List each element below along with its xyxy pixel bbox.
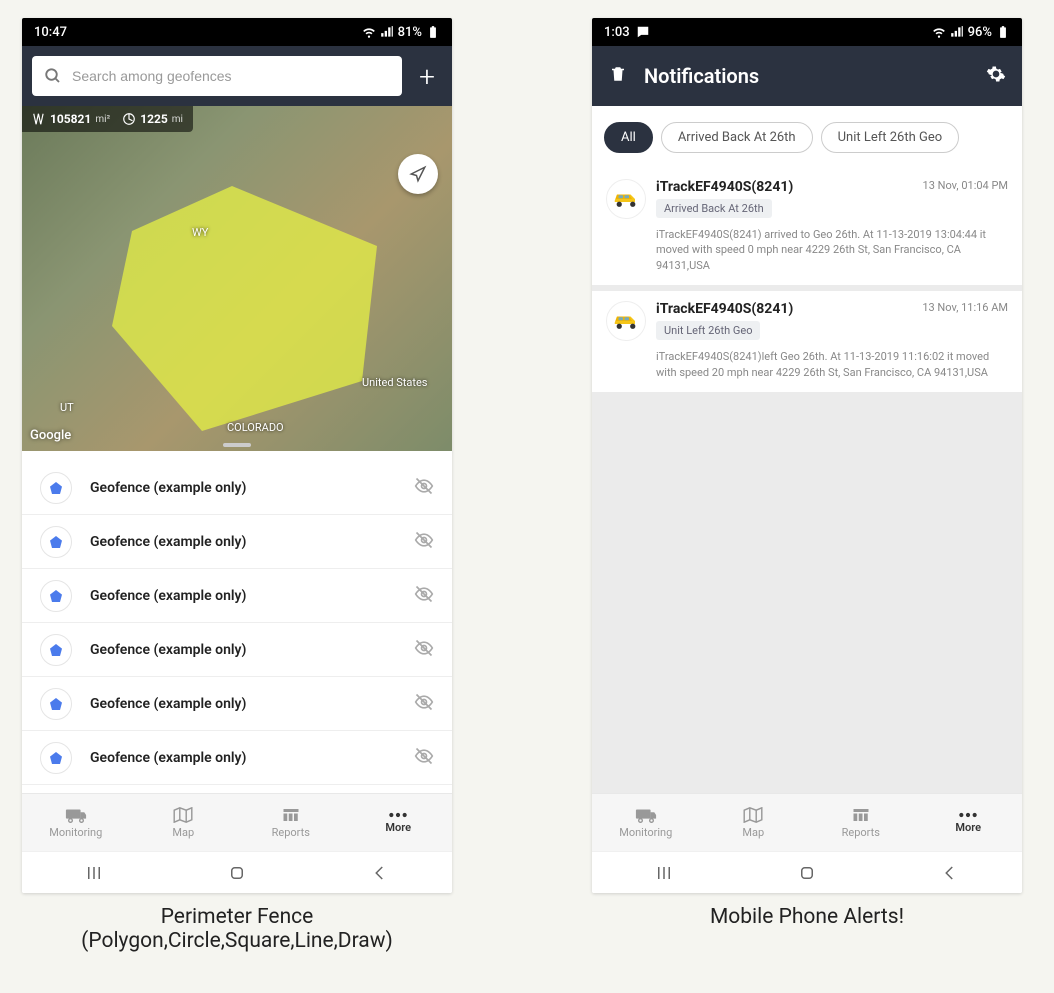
polygon-icon — [40, 526, 72, 558]
geofence-name: Geofence (example only) — [90, 588, 396, 604]
filter-chips: All Arrived Back At 26th Unit Left 26th Ge… — [592, 106, 1022, 169]
signal-icon — [950, 25, 964, 39]
polygon-icon — [40, 742, 72, 774]
visibility-toggle[interactable] — [414, 476, 434, 500]
perimeter-icon — [122, 112, 136, 126]
phone-geofences: 10:47 81% + 105821mi² 1225mi — [22, 18, 452, 893]
visibility-toggle[interactable] — [414, 692, 434, 716]
drag-handle[interactable] — [223, 443, 251, 447]
back-button[interactable] — [371, 864, 389, 882]
nav-more[interactable]: More — [915, 794, 1023, 851]
notifications-header: Notifications — [592, 46, 1022, 106]
visibility-toggle[interactable] — [414, 746, 434, 770]
nav-more[interactable]: More — [345, 794, 453, 851]
notification-title: iTrackEF4940S(8241) — [656, 179, 913, 195]
area-icon — [32, 112, 46, 126]
geofence-name: Geofence (example only) — [90, 696, 396, 712]
geofence-name: Geofence (example only) — [90, 642, 396, 658]
search-input[interactable] — [72, 68, 390, 84]
notification-card[interactable]: iTrackEF4940S(8241) Unit Left 26th Geo 1… — [592, 291, 1022, 392]
back-button[interactable] — [941, 864, 959, 882]
battery-text: 81% — [398, 25, 422, 40]
polygon-icon — [40, 634, 72, 666]
battery-icon — [996, 25, 1010, 39]
search-box[interactable] — [32, 56, 402, 96]
geofence-name: Geofence (example only) — [90, 534, 396, 550]
geofence-row[interactable]: Geofence (example only) — [22, 623, 452, 677]
notification-body: iTrackEF4940S(8241)left Geo 26th. At 11-… — [606, 349, 1008, 380]
recent-apps-button[interactable] — [85, 864, 103, 882]
recent-apps-button[interactable] — [655, 864, 673, 882]
status-bar: 10:47 81% — [22, 18, 452, 46]
notification-indicator-icon — [636, 25, 650, 39]
polygon-icon — [40, 472, 72, 504]
caption-left: Perimeter Fence (Polygon,Circle,Square,L… — [22, 905, 452, 953]
nav-monitoring[interactable]: Monitoring — [592, 794, 700, 851]
map-label-co: COLORADO — [227, 421, 284, 434]
geofence-row[interactable]: Geofence (example only) — [22, 731, 452, 785]
map-label-us: United States — [362, 376, 427, 389]
polygon-icon — [40, 688, 72, 720]
geofence-row[interactable]: Geofence (example only) — [22, 515, 452, 569]
wifi-icon — [932, 25, 946, 39]
nav-map[interactable]: Map — [130, 794, 238, 851]
filter-chip[interactable]: All — [604, 122, 653, 153]
signal-icon — [380, 25, 394, 39]
geofence-name: Geofence (example only) — [90, 750, 396, 766]
battery-icon — [426, 25, 440, 39]
status-bar: 1:03 96% — [592, 18, 1022, 46]
map-view[interactable]: 105821mi² 1225mi WY United States UT COL… — [22, 106, 452, 451]
nav-reports[interactable]: Reports — [237, 794, 345, 851]
wifi-icon — [362, 25, 376, 39]
geofence-row[interactable]: Geofence (example only) — [22, 569, 452, 623]
notification-time: 13 Nov, 11:16 AM — [922, 301, 1008, 314]
geofence-list: Geofence (example only) Geofence (exampl… — [22, 451, 452, 793]
nav-monitoring[interactable]: Monitoring — [22, 794, 130, 851]
home-button[interactable] — [798, 864, 816, 882]
system-nav — [22, 851, 452, 893]
notification-body: iTrackEF4940S(8241) arrived to Geo 26th.… — [606, 227, 1008, 273]
geofence-row[interactable]: Geofence (example only) — [22, 461, 452, 515]
system-nav — [592, 851, 1022, 893]
google-logo: Google — [30, 428, 71, 443]
map-stats: 105821mi² 1225mi — [22, 106, 193, 132]
status-time: 1:03 — [604, 25, 630, 40]
filter-chip[interactable]: Arrived Back At 26th — [661, 122, 813, 153]
geofence-row[interactable]: Geofence (example only) — [22, 677, 452, 731]
battery-text: 96% — [968, 25, 992, 40]
add-button[interactable]: + — [412, 60, 442, 93]
bottom-nav: Monitoring Map Reports More — [592, 793, 1022, 851]
map-label-wy: WY — [192, 226, 208, 239]
locate-button[interactable] — [398, 154, 438, 194]
search-bar-row: + — [22, 46, 452, 106]
page-title: Notifications — [644, 64, 970, 88]
visibility-toggle[interactable] — [414, 584, 434, 608]
notification-list: iTrackEF4940S(8241) Arrived Back At 26th… — [592, 169, 1022, 793]
filter-chip[interactable]: Unit Left 26th Geo — [821, 122, 960, 153]
map-label-ut: UT — [60, 401, 74, 414]
notification-badge: Arrived Back At 26th — [656, 199, 772, 218]
caption-right: Mobile Phone Alerts! — [592, 905, 1022, 929]
status-time: 10:47 — [34, 25, 67, 40]
notification-time: 13 Nov, 01:04 PM — [923, 179, 1008, 192]
geofence-polygon[interactable] — [102, 176, 392, 436]
search-icon — [44, 67, 62, 85]
bottom-nav: Monitoring Map Reports More — [22, 793, 452, 851]
phone-notifications: 1:03 96% Notifications All Arrived Back A… — [592, 18, 1022, 893]
visibility-toggle[interactable] — [414, 638, 434, 662]
notification-title: iTrackEF4940S(8241) — [656, 301, 912, 317]
settings-button[interactable] — [980, 64, 1012, 88]
visibility-toggle[interactable] — [414, 530, 434, 554]
nav-map[interactable]: Map — [700, 794, 808, 851]
notification-badge: Unit Left 26th Geo — [656, 321, 760, 340]
notification-card[interactable]: iTrackEF4940S(8241) Arrived Back At 26th… — [592, 169, 1022, 285]
vehicle-avatar — [606, 179, 646, 219]
vehicle-avatar — [606, 301, 646, 341]
geofence-name: Geofence (example only) — [90, 480, 396, 496]
home-button[interactable] — [228, 864, 246, 882]
delete-button[interactable] — [602, 64, 634, 88]
nav-reports[interactable]: Reports — [807, 794, 915, 851]
polygon-icon — [40, 580, 72, 612]
